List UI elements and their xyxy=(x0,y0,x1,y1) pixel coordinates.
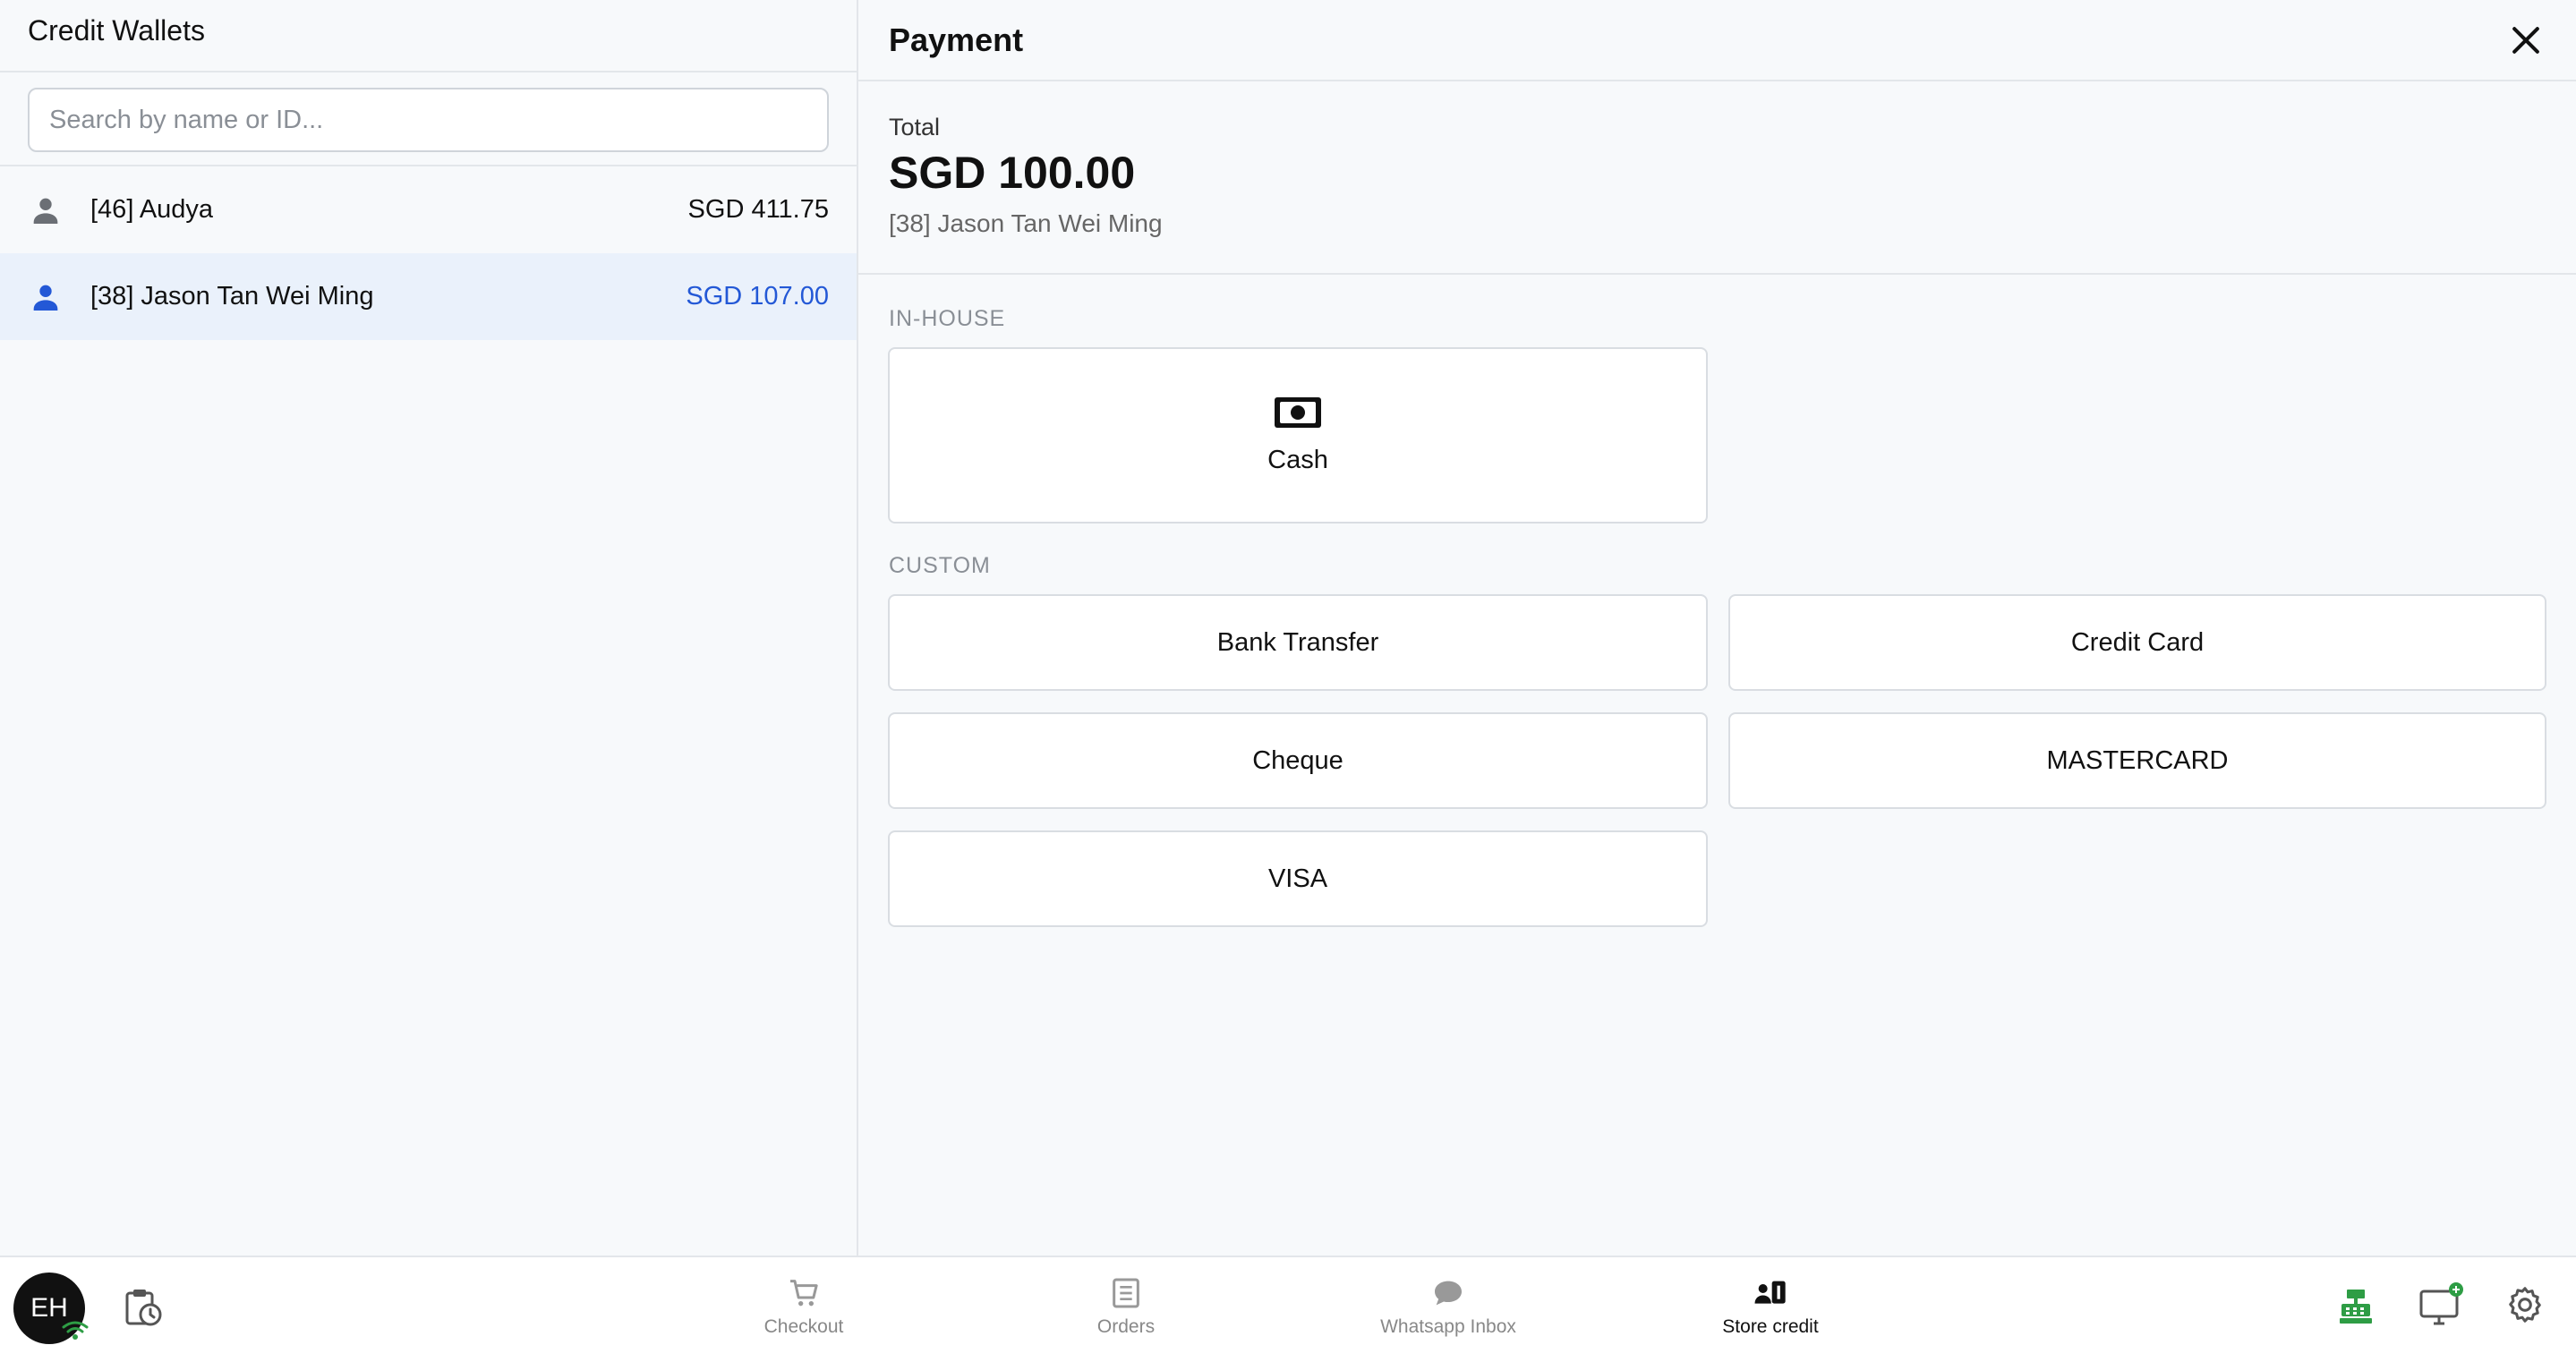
cash-register-icon[interactable] xyxy=(2334,1284,2377,1327)
wallet-balance: SGD 107.00 xyxy=(686,282,829,311)
payment-header: Payment xyxy=(858,0,2576,81)
method-label: Bank Transfer xyxy=(1216,627,1379,657)
nav-label: Store credit xyxy=(1722,1316,1819,1337)
orders-icon xyxy=(1113,1278,1139,1308)
search-input[interactable] xyxy=(28,88,829,152)
cash-icon xyxy=(1275,397,1321,428)
in-house-label: IN-HOUSE xyxy=(889,306,1006,331)
cheque-button[interactable]: Cheque xyxy=(888,712,1708,809)
person-icon xyxy=(33,198,58,224)
total-amount: SGD 100.00 xyxy=(889,148,1136,198)
cart-icon xyxy=(790,1280,818,1307)
close-icon[interactable] xyxy=(2506,21,2546,60)
custom-label: CUSTOM xyxy=(889,553,991,578)
nav-label: Whatsapp Inbox xyxy=(1380,1316,1516,1337)
monitor-icon[interactable] xyxy=(2418,1281,2465,1327)
panel-title: Credit Wallets xyxy=(0,0,857,72)
cash-button[interactable]: Cash xyxy=(888,347,1708,524)
mastercard-button[interactable]: MASTERCARD xyxy=(1728,712,2546,809)
nav-store-credit[interactable]: Store credit xyxy=(1681,1275,1860,1338)
method-label: MASTERCARD xyxy=(2046,745,2229,775)
nav-checkout[interactable]: Checkout xyxy=(714,1275,893,1338)
nav-label: Orders xyxy=(1096,1316,1156,1337)
clipboard-clock-icon[interactable] xyxy=(122,1286,165,1329)
wallet-row-jason[interactable]: [38] Jason Tan Wei Ming SGD 107.00 xyxy=(0,253,857,340)
customer-name: [38] Jason Tan Wei Ming xyxy=(889,209,1163,237)
payment-summary: Total SGD 100.00 [38] Jason Tan Wei Ming xyxy=(858,81,2576,275)
visa-button[interactable]: VISA xyxy=(888,830,1708,927)
wallet-row-audya[interactable]: [46] Audya SGD 411.75 xyxy=(0,166,857,253)
payment-title: Payment xyxy=(889,21,1024,58)
person-icon xyxy=(33,285,58,311)
nav-label: Checkout xyxy=(763,1316,844,1337)
bottom-bar: EH Checkout Orders Whatsapp Inbox Store … xyxy=(0,1256,2576,1345)
method-label: Credit Card xyxy=(2070,627,2205,657)
store-credit-icon xyxy=(1754,1281,1786,1304)
payment-panel: Payment Total SGD 100.00 [38] Jason Tan … xyxy=(858,0,2576,1256)
wallet-balance: SGD 411.75 xyxy=(687,195,829,224)
method-label: VISA xyxy=(1267,864,1328,893)
chat-icon xyxy=(1435,1281,1462,1306)
credit-wallets-panel: Credit Wallets [46] Audya SGD 411.75 [38… xyxy=(0,0,858,1256)
wallet-name: [46] Audya xyxy=(90,195,214,224)
wifi-icon xyxy=(62,1321,89,1340)
method-label: Cheque xyxy=(1252,745,1343,775)
total-label: Total xyxy=(889,114,941,140)
credit-card-button[interactable]: Credit Card xyxy=(1728,594,2546,691)
cash-label: Cash xyxy=(1267,446,1328,474)
bank-transfer-button[interactable]: Bank Transfer xyxy=(888,594,1708,691)
search-container xyxy=(0,72,857,166)
wallet-name: [38] Jason Tan Wei Ming xyxy=(90,282,374,311)
gear-icon[interactable] xyxy=(2504,1284,2546,1325)
nav-orders[interactable]: Orders xyxy=(1036,1275,1215,1338)
nav-whatsapp-inbox[interactable]: Whatsapp Inbox xyxy=(1359,1275,1538,1338)
